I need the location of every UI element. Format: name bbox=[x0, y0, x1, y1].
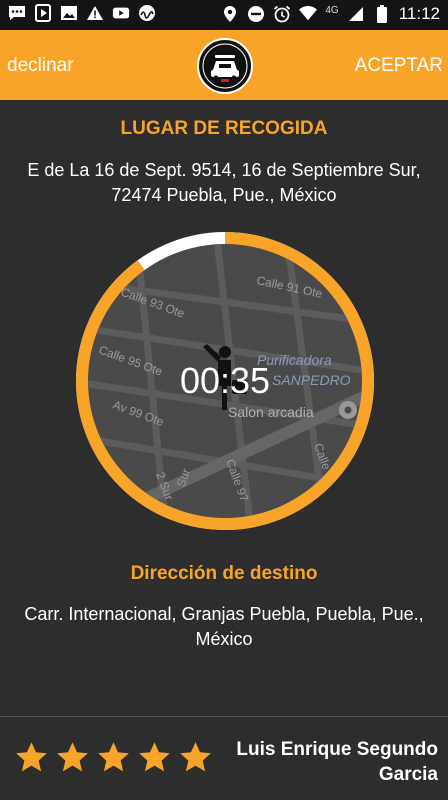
notification-icons bbox=[8, 4, 156, 22]
wifi-icon bbox=[299, 5, 318, 23]
driver-rating bbox=[14, 740, 213, 775]
pickup-title: LUGAR DE RECOGIDA bbox=[120, 118, 328, 139]
map-place-label: Salon arcadia bbox=[228, 404, 314, 420]
clock: 11:12 bbox=[398, 4, 440, 23]
battery-icon bbox=[373, 5, 391, 23]
pickup-address: E de La 16 de Sept. 9514, 16 de Septiemb… bbox=[27, 160, 421, 205]
star-icon bbox=[98, 742, 129, 772]
youtube-icon bbox=[112, 4, 130, 22]
play-icon bbox=[34, 4, 52, 22]
signal-app-icon bbox=[138, 4, 156, 22]
chat-icon bbox=[8, 4, 26, 22]
place-marker-icon bbox=[339, 401, 357, 419]
dnd-icon bbox=[247, 5, 265, 23]
destination-title: Dirección de destino bbox=[130, 563, 318, 584]
alarm-icon bbox=[273, 5, 291, 23]
cell-signal-icon bbox=[347, 5, 365, 23]
timer-countdown-text: 00:35 bbox=[179, 360, 271, 401]
system-icons: 4G 11:12 bbox=[221, 4, 440, 24]
divider bbox=[0, 716, 448, 717]
warning-icon bbox=[86, 4, 104, 22]
status-bar: 4G 11:12 bbox=[0, 0, 448, 30]
accept-button[interactable]: ACEPTAR bbox=[355, 55, 443, 77]
star-icon bbox=[139, 742, 170, 772]
action-bar: declinar ACEPTAR bbox=[0, 30, 448, 100]
taxi-logo-icon bbox=[197, 38, 253, 94]
image-icon bbox=[60, 4, 78, 22]
destination-address: Carr. Internacional, Granjas Puebla, Pue… bbox=[24, 604, 424, 649]
star-icon bbox=[16, 742, 47, 772]
countdown-timer: Calle 91 Ote Calle 93 Ote Calle 95 Ote A… bbox=[76, 232, 374, 530]
decline-button[interactable]: declinar bbox=[7, 55, 74, 77]
driver-name: Luis Enrique Segundo Garcia bbox=[236, 739, 438, 785]
star-icon bbox=[57, 742, 88, 772]
network-type-label: 4G bbox=[325, 4, 339, 16]
location-icon bbox=[221, 5, 239, 23]
